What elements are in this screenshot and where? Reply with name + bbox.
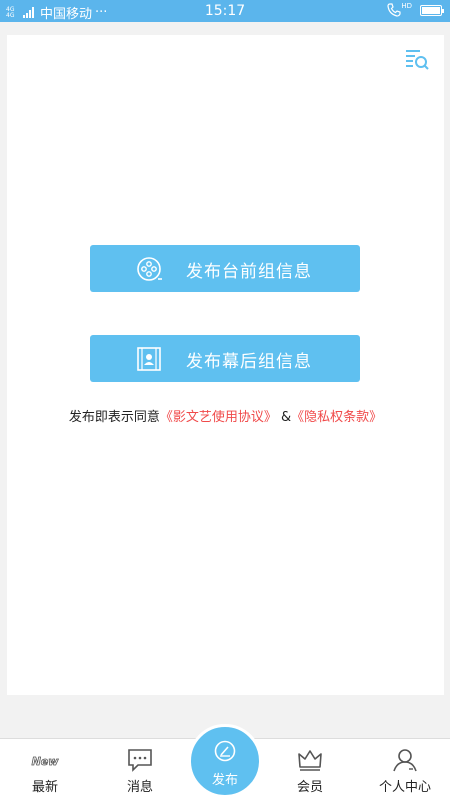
agreement-joiner: & <box>281 410 292 425</box>
hd-label: HD <box>401 2 412 10</box>
publish-front-stage-button[interactable]: 发布台前组信息 <box>90 245 360 292</box>
status-right: HD <box>387 3 444 17</box>
agreement-prefix: 发布即表示同意 <box>68 410 160 425</box>
new-badge-icon: New <box>31 747 59 773</box>
publish-front-stage-label: 发布台前组信息 <box>186 262 312 282</box>
pencil-circle-icon <box>214 740 236 762</box>
film-reel-icon <box>136 256 162 282</box>
svg-text:New: New <box>32 755 59 768</box>
status-time: 15:17 <box>204 3 246 19</box>
tab-vip-label: 会员 <box>296 780 323 795</box>
privacy-link[interactable]: 《隐私权条款》 <box>291 410 382 425</box>
tab-messages-label: 消息 <box>126 780 153 795</box>
call-hd-icon: HD <box>387 3 412 17</box>
publish-fab-label: 发布 <box>211 773 238 788</box>
main-card: 发布台前组信息 发布幕后组信息 发布即表示同意《影文艺使用协议》 &《隐私权条款… <box>7 35 444 695</box>
tab-latest[interactable]: New 最新 <box>0 739 90 800</box>
list-search-icon[interactable] <box>404 47 430 71</box>
terms-link[interactable]: 《影文艺使用协议》 <box>160 410 277 425</box>
status-bar: 4G 4G 中国移动 ··· 15:17 HD <box>0 0 450 22</box>
publish-backstage-button[interactable]: 发布幕后组信息 <box>90 335 360 382</box>
tab-profile[interactable]: 个人中心 <box>360 739 450 800</box>
person-icon <box>391 747 419 773</box>
tab-profile-label: 个人中心 <box>378 780 431 795</box>
portrait-frame-icon <box>136 346 162 372</box>
publish-backstage-label: 发布幕后组信息 <box>186 352 312 372</box>
tab-vip[interactable]: 会员 <box>265 739 355 800</box>
agreement-text: 发布即表示同意《影文艺使用协议》 &《隐私权条款》 <box>7 406 444 425</box>
publish-fab[interactable]: 发布 <box>188 724 262 798</box>
chat-bubble-icon <box>126 747 154 773</box>
tab-messages[interactable]: 消息 <box>95 739 185 800</box>
battery-icon <box>420 4 444 16</box>
tab-latest-label: 最新 <box>31 780 58 795</box>
crown-icon <box>296 747 324 773</box>
